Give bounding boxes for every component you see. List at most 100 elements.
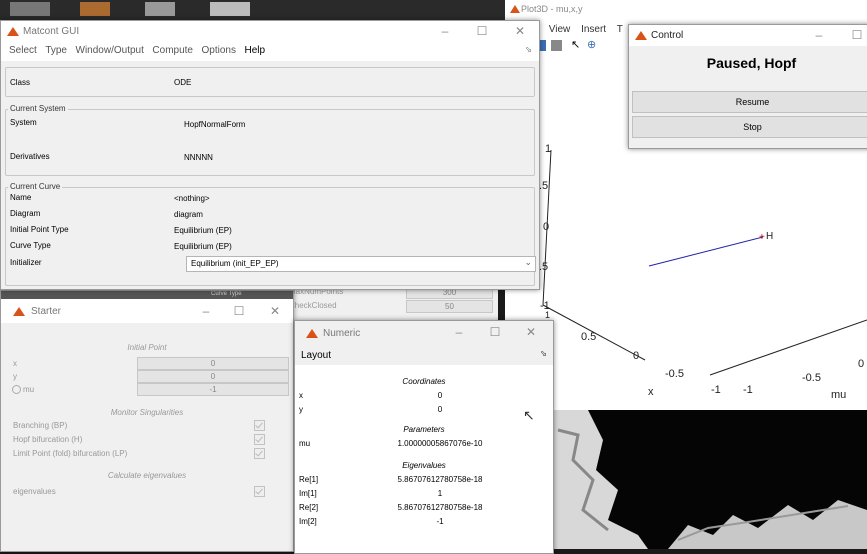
param-label: mu (299, 439, 311, 448)
z-tick: 0 (543, 221, 550, 233)
menu-type[interactable]: Type (42, 42, 70, 56)
numeric-title: Numeric (323, 328, 361, 339)
current-curve-header: Current Curve (8, 182, 63, 191)
menu-help[interactable]: Help (241, 42, 268, 56)
checkclosed-input[interactable]: 50 (406, 300, 493, 313)
maximize-icon[interactable]: ☐ (487, 325, 503, 339)
curve-row-value: Equilibrium (EP) (174, 226, 232, 235)
y-tick: -1 (711, 384, 721, 396)
z-tick: 1 (545, 143, 552, 155)
menu-window-output[interactable]: Window/Output (73, 42, 147, 56)
matcont-title: Matcont GUI (23, 26, 80, 37)
hopf-checkbox[interactable] (254, 434, 265, 445)
control-titlebar: Control – ☐ (629, 25, 867, 46)
minimize-icon[interactable]: – (437, 24, 453, 38)
eig-label: Re[2] (299, 503, 319, 512)
z-tick: .5 (539, 261, 549, 273)
menu-options[interactable]: Options (199, 42, 239, 56)
numeric-menubar: Layout ⬂ (295, 345, 553, 365)
curve-row-value: Equilibrium (EP) (174, 242, 232, 251)
coordinates-header: Coordinates (402, 377, 446, 386)
initializer-select[interactable]: Equilibrium (init_EP_EP) ⌄ (186, 256, 536, 272)
monitor-singularities-header: Monitor Singularities (110, 408, 184, 417)
matlab-icon (635, 30, 647, 41)
starter-title: Starter (31, 306, 62, 317)
hopf-label: H (766, 231, 774, 242)
z-tick: 1 (545, 310, 551, 320)
maximize-icon[interactable]: ☐ (231, 304, 247, 318)
initializer-value: Equilibrium (init_EP_EP) (191, 259, 279, 268)
param-value: 1.00000005867076e-10 (397, 439, 483, 448)
numeric-titlebar: Numeric – ☐ ✕ (295, 321, 553, 345)
stop-button[interactable]: Stop (632, 116, 867, 138)
x-axis-label: x (648, 386, 654, 398)
matlab-icon (306, 328, 318, 339)
eig-value: 1 (437, 489, 443, 498)
coord-value: 0 (437, 391, 443, 400)
top-taskbar-strip (0, 0, 505, 20)
menu-layout[interactable]: Layout (301, 350, 331, 361)
close-icon[interactable]: ✕ (512, 24, 528, 38)
minimize-icon[interactable]: – (451, 325, 467, 339)
starter-behind-strip: Curve Type (1, 291, 293, 299)
control-window: Control – ☐ Paused, Hopf Resume Stop (628, 24, 867, 149)
maximize-icon[interactable]: ☐ (474, 24, 490, 38)
system-label: System (10, 118, 37, 127)
mouse-cursor-icon: ↖ (523, 407, 535, 423)
hopf-marker: + (759, 232, 765, 243)
current-system-panel: Current System System HopfNormalForm Der… (5, 104, 535, 176)
control-status: Paused, Hopf (706, 55, 797, 71)
close-icon[interactable]: ✕ (523, 325, 539, 339)
parameters-header: Parameters (403, 425, 445, 434)
initializer-label: Initializer (10, 258, 42, 267)
menu-select[interactable]: Select (1, 42, 40, 56)
var-label-mu: mu (23, 385, 35, 394)
current-curve-panel: Current Curve Name <nothing> Diagram dia… (5, 182, 536, 286)
derivatives-value: NNNNN (184, 153, 213, 162)
class-value: ODE (174, 78, 192, 87)
eig-value: 5.86707612780758e-18 (397, 475, 483, 484)
close-icon[interactable]: ✕ (267, 304, 283, 318)
menu-compute[interactable]: Compute (149, 42, 196, 56)
lp-checkbox[interactable] (254, 448, 265, 459)
curve-row-label: Curve Type (10, 241, 51, 250)
resume-button[interactable]: Resume (632, 91, 867, 113)
minimize-icon[interactable]: – (198, 304, 214, 318)
eig-value: -1 (436, 517, 444, 526)
behind-curve-type-label: Curve Type (211, 291, 242, 297)
eigenvalues-checkbox[interactable] (254, 486, 265, 497)
maximize-icon[interactable]: ☐ (849, 28, 865, 42)
minimize-icon[interactable]: – (811, 28, 827, 42)
eig-label: Re[1] (299, 475, 319, 484)
singularity-label-h: Hopf bifurcation (H) (13, 435, 83, 444)
eigenvalues-label: eigenvalues (13, 487, 56, 496)
matcont-titlebar: Matcont GUI – ☐ ✕ (1, 21, 539, 42)
coord-label: y (299, 405, 303, 414)
matlab-icon (7, 26, 19, 37)
var-input-y[interactable]: 0 (137, 370, 289, 383)
eig-value: 5.86707612780758e-18 (397, 503, 483, 512)
coord-label: x (299, 391, 303, 400)
taskbar-thumbnail (145, 2, 175, 16)
mu-tick: 0 (858, 358, 865, 370)
coord-value: 0 (437, 405, 443, 414)
fractal-background (548, 410, 867, 549)
curve-row-label: Name (10, 193, 32, 202)
eigenvalues-header: Eigenvalues (402, 461, 446, 470)
z-tick: .5 (539, 180, 549, 192)
dock-arrow-icon[interactable]: ⬂ (522, 42, 535, 54)
var-input-mu[interactable]: -1 (137, 383, 289, 396)
class-panel: Class ODE (5, 67, 535, 97)
mu-radio-icon[interactable] (12, 385, 21, 394)
mu-axis-label: mu (831, 389, 847, 401)
mu-tick: -0.5 (802, 372, 821, 384)
bp-checkbox[interactable] (254, 420, 265, 431)
starter-titlebar: Starter – ☐ ✕ (1, 299, 293, 323)
y-tick: 0 (633, 350, 640, 362)
system-value: HopfNormalForm (184, 120, 246, 129)
curve-row-label: Diagram (10, 209, 41, 218)
dock-arrow-icon[interactable]: ⬂ (540, 349, 547, 358)
matcont-window: Matcont GUI – ☐ ✕ Select Type Window/Out… (0, 20, 540, 290)
var-input-x[interactable]: 0 (137, 357, 289, 370)
mu-tick: -1 (743, 384, 753, 396)
